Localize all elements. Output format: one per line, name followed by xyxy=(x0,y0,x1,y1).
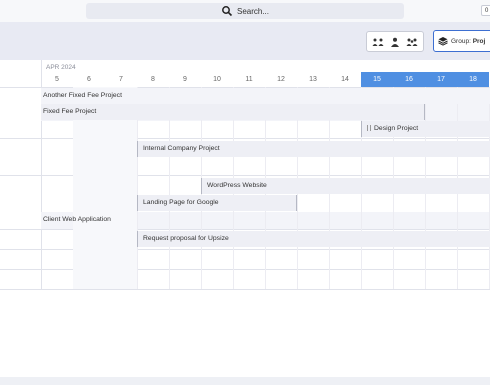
day-header-17: 17 xyxy=(425,72,457,87)
search-input[interactable]: Search... xyxy=(86,3,404,19)
group-by-button[interactable]: Group: Proj xyxy=(433,30,490,52)
group-value: Proj xyxy=(472,37,486,45)
day-header-13: 13 xyxy=(309,76,317,83)
day-header-18: 18 xyxy=(457,72,489,87)
gantt-bar[interactable]: Another Fixed Fee Project xyxy=(41,88,490,104)
bar-label: Request proposal for Upsize xyxy=(143,235,229,242)
bar-label: Design Project xyxy=(374,125,419,132)
day-header-6: 6 xyxy=(87,76,91,83)
month-label: APR 2024 xyxy=(46,64,76,71)
toolbar: Group: Proj xyxy=(0,22,490,60)
person-icon[interactable] xyxy=(389,37,401,47)
day-header-10: 10 xyxy=(213,76,221,83)
drag-handle-icon[interactable] xyxy=(367,125,371,132)
search-icon xyxy=(222,6,233,17)
view-toggle-group xyxy=(366,31,424,52)
day-header-15: 15 xyxy=(361,72,393,87)
day-header-8: 8 xyxy=(151,76,155,83)
bar-label: Internal Company Project xyxy=(143,145,220,152)
search-label: Search... xyxy=(236,6,269,16)
day-header-5: 5 xyxy=(55,76,59,83)
bar-label: WordPress Website xyxy=(207,182,267,189)
day-header-16: 16 xyxy=(393,72,425,87)
gantt-bar[interactable]: Landing Page for Google xyxy=(137,195,297,211)
bar-label: Client Web Application xyxy=(43,216,111,223)
team-icon[interactable] xyxy=(372,37,384,47)
gantt-bar[interactable]: Internal Company Project xyxy=(137,141,490,157)
bar-label: Landing Page for Google xyxy=(143,199,219,206)
gantt-chart: APR 2024 5 6 7 8 9 10 11 12 13 14 15 16 17 18 Another… xyxy=(0,60,490,290)
gantt-bar[interactable]: Request proposal for Upsize xyxy=(137,231,490,247)
gantt-bar[interactable]: Design Project xyxy=(361,121,490,137)
gantt-bar[interactable]: WordPress Website xyxy=(201,178,490,194)
group-label: Group: xyxy=(451,37,471,45)
layers-icon xyxy=(438,37,448,46)
gantt-bar[interactable]: Fixed Fee Project xyxy=(41,104,425,120)
day-header-11: 11 xyxy=(245,76,253,83)
day-header-9: 9 xyxy=(183,76,187,83)
day-header-14: 14 xyxy=(341,76,349,83)
top-right-button[interactable]: 0 xyxy=(481,5,490,16)
footer-bar xyxy=(0,377,490,385)
bar-label: Fixed Fee Project xyxy=(43,108,97,115)
day-header-12: 12 xyxy=(277,76,285,83)
top-bar: Search... 0 xyxy=(0,0,490,22)
gantt-bar[interactable]: Client Web Application xyxy=(41,212,490,228)
day-header-7: 7 xyxy=(119,76,123,83)
group-divider xyxy=(0,289,490,290)
bar-label: Another Fixed Fee Project xyxy=(43,92,122,99)
team-alt-icon[interactable] xyxy=(406,37,418,47)
